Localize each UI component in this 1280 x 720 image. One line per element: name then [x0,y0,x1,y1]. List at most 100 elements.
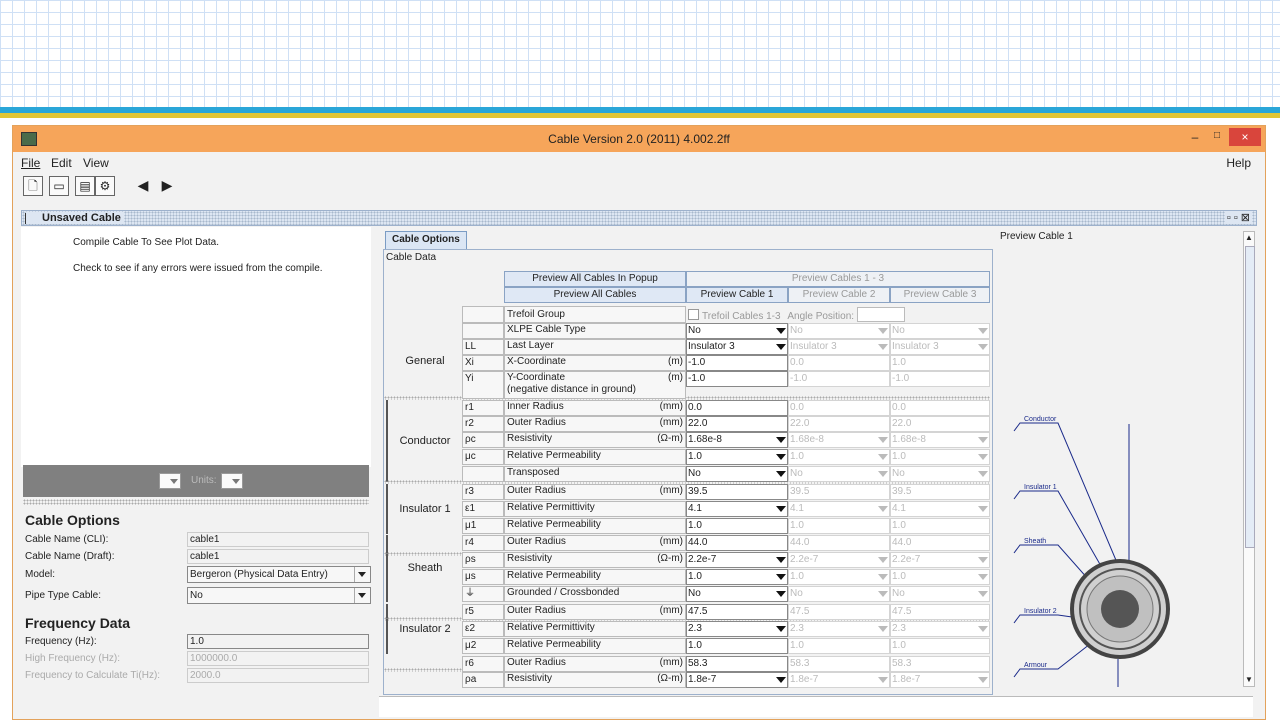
chevron-down-icon [877,624,888,634]
param-name-text: Resistivity [507,673,553,684]
units-label: Units: [191,475,217,486]
group-marker [386,400,388,482]
param-unit: (mm) [659,485,683,496]
tab-cable-options[interactable]: Cable Options [385,231,467,250]
cable-v1-value: 1.0 [688,571,702,582]
high-frequency-label: High Frequency (Hz): [25,653,121,664]
cable-v3-value: No [892,325,905,336]
scroll-down-icon[interactable]: ▼ [1244,674,1254,686]
cable-v2-value: 22.0 [790,418,810,429]
new-cable-icon[interactable]: 🗋 [23,176,43,196]
plot-hint: Check to see if any errors were issued f… [73,263,323,274]
cable-v3-field: -1.0 [890,371,990,387]
chevron-down-icon [877,435,888,445]
cable-v1-field[interactable]: 2.2e-7 [686,552,788,568]
scroll-up-icon[interactable]: ▲ [1244,232,1254,244]
trefoil-checkbox[interactable] [688,309,699,320]
cable-v1-value: 1.0 [688,640,702,651]
menu-help[interactable]: Help [1226,156,1251,170]
param-name: Outer Radius (mm) [504,656,686,672]
cable-v1-value: 1.0 [688,451,702,462]
cable-v1-field[interactable]: No [686,323,788,339]
close-button[interactable]: × [1229,128,1261,146]
trefoil-symbol [462,306,504,323]
center-pane: Cable Options Cable Data Preview All Cab… [379,227,993,695]
model-value: Bergeron (Physical Data Entry) [190,569,328,580]
preview-label-conductor: Conductor [1024,416,1057,423]
cable-v3-field: 1.0 [890,355,990,371]
back-arrow-icon[interactable]: ◀ [133,176,153,196]
cable-v3-field: 22.0 [890,416,990,432]
menu-edit[interactable]: Edit [51,156,72,170]
cable-v1-field[interactable]: 39.5 [686,484,788,500]
cable-v1-field[interactable]: 2.3 [686,621,788,637]
menu-view[interactable]: View [83,156,109,170]
param-symbol [462,466,504,482]
frame-controls[interactable]: ▫ ▫ ⊠ [1224,211,1252,224]
cable-v1-field[interactable]: 44.0 [686,535,788,551]
cable-v1-field[interactable]: 1.68e-8 [686,432,788,448]
param-symbol: Yi [462,371,504,399]
conductor-core [1101,590,1139,628]
plot-select-dropdown[interactable] [159,473,181,489]
preview-scrollbar[interactable]: ▲ ▼ [1243,231,1255,687]
preview-all-button[interactable]: Preview All Cables [504,287,686,303]
preview-all-popup-button[interactable]: Preview All Cables In Popup [504,271,686,287]
param-unit: (mm) [659,536,683,547]
units-dropdown[interactable] [221,473,243,489]
frequency-field[interactable]: 1.0 [187,634,369,649]
save-icon[interactable]: ▤ [75,176,95,196]
cable-v1-field[interactable]: Insulator 3 [686,339,788,355]
param-name-text: Relative Permittivity [507,622,595,633]
cable-v1-field[interactable]: 1.0 [686,518,788,534]
preview-cable-1-button[interactable]: Preview Cable 1 [686,287,788,303]
chevron-down-icon [977,555,988,565]
cable-name-cli-field[interactable]: cable1 [187,532,369,547]
param-name: XLPE Cable Type [504,323,686,339]
cable-v2-value: Insulator 3 [790,341,837,352]
cable-v1-field[interactable]: 1.0 [686,569,788,585]
forward-arrow-icon[interactable]: ▶ [157,176,177,196]
param-name: Relative Permeability [504,518,686,534]
cable-v1-field[interactable]: -1.0 [686,355,788,371]
param-name: Y-Coordinate (negative distance in ground… [504,371,686,399]
cable-v1-field[interactable]: -1.0 [686,371,788,387]
cable-v1-value: 2.3 [688,623,702,634]
cable-v1-field[interactable]: 1.8e-7 [686,672,788,688]
trefoil-controls: Trefoil Cables 1-3 Angle Position: [688,307,988,323]
cable-v1-field[interactable]: No [686,586,788,602]
cable-v1-field[interactable]: No [686,466,788,482]
splitter[interactable] [23,499,369,505]
pipe-type-select[interactable]: No [187,587,371,604]
cable-v1-field[interactable]: 1.0 [686,638,788,654]
pipe-type-label: Pipe Type Cable: [25,590,101,601]
cable-v3-value: 1.0 [892,571,906,582]
minimize-button[interactable]: – [1185,130,1205,146]
param-name-text: Outer Radius [507,417,566,428]
cable-v1-field[interactable]: 22.0 [686,416,788,432]
cable-v3-value: No [892,588,905,599]
left-pane: Compile Cable To See Plot Data. Check to… [21,227,371,713]
model-select[interactable]: Bergeron (Physical Data Entry) [187,566,371,583]
maximize-button[interactable]: □ [1207,130,1227,146]
open-icon[interactable]: ▭ [49,176,69,196]
settings-icon[interactable]: ⚙ [95,176,115,196]
cable-name-draft-field[interactable]: cable1 [187,549,369,564]
cable-v3-field: 0.0 [890,400,990,416]
scroll-thumb[interactable] [1245,246,1255,548]
chevron-down-icon [354,588,370,603]
cable-v1-field[interactable]: 58.3 [686,656,788,672]
cable-v1-field[interactable]: 47.5 [686,604,788,620]
param-unit: (mm) [659,657,683,668]
menu-file[interactable]: File [21,156,40,170]
high-frequency-field: 1000000.0 [187,651,369,666]
cable-v1-field[interactable]: 0.0 [686,400,788,416]
cable-v1-field[interactable]: 1.0 [686,449,788,465]
cable-v1-field[interactable]: 4.1 [686,501,788,517]
chevron-down-icon [977,435,988,445]
app-window: Cable Version 2.0 (2011) 4.002.2ff – □ ×… [12,125,1266,720]
param-name: X-Coordinate (m) [504,355,686,371]
cable-v2-field: 58.3 [788,656,890,672]
cable-v2-field: No [788,586,890,602]
cable-v3-field: 1.0 [890,449,990,465]
